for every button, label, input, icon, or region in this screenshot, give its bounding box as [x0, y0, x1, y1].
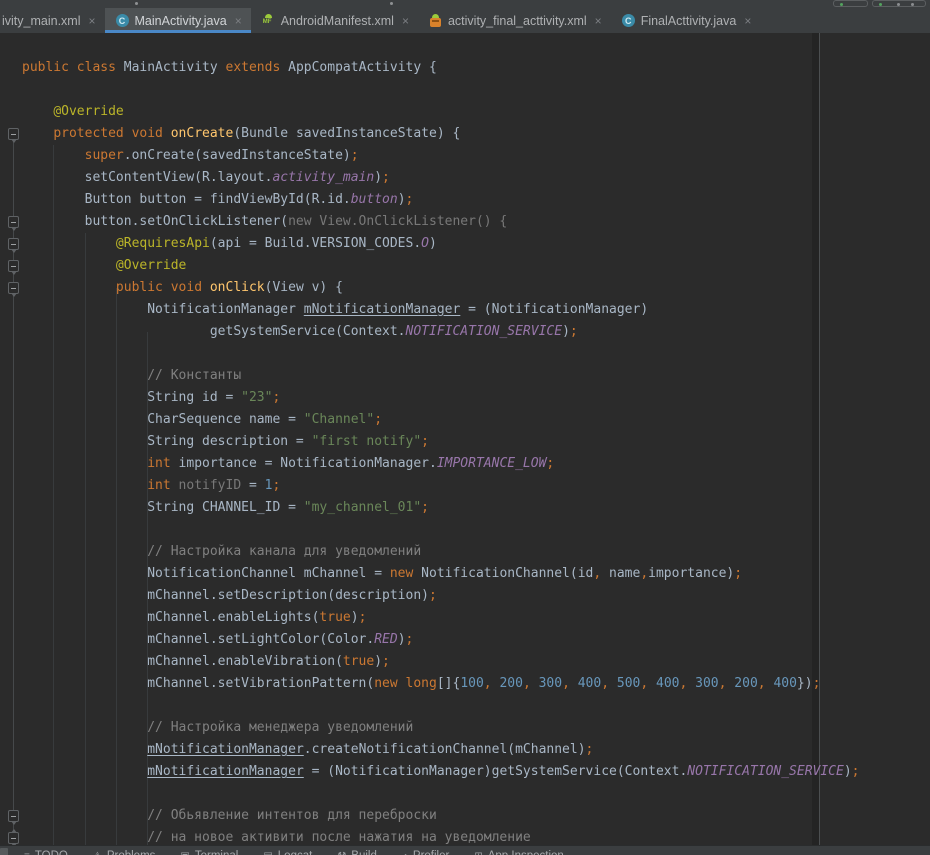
- tool-window-bar: ≡ TODO ⚠ Problems ▣ Terminal ▤ Logcat ⚒ Build ◔ Pro…: [0, 845, 930, 855]
- code-line: public class MainActivity extends AppCom…: [0, 57, 930, 79]
- code-line: [0, 519, 930, 541]
- tab-finalacttivity-java[interactable]: C FinalActtivity.java ×: [611, 8, 761, 33]
- tool-window-button-build[interactable]: ⚒ Build: [337, 850, 377, 855]
- editor-tab-bar: ivity_main.xml × C MainActivity.java × MF Andr…: [0, 8, 930, 33]
- tool-window-label: Logcat: [278, 850, 313, 855]
- java-class-icon: C: [116, 14, 129, 27]
- tab-label: MainActivity.java: [135, 14, 227, 28]
- tab-androidmanifest-xml[interactable]: MF AndroidManifest.xml ×: [251, 8, 418, 33]
- tool-window-button-problems[interactable]: ⚠ Problems: [93, 850, 156, 855]
- fold-marker-icon[interactable]: [8, 216, 19, 228]
- code-line: // Настройка менеджера уведомлений: [0, 717, 930, 739]
- profiler-icon: ◔: [402, 851, 408, 855]
- code-line: String id = "23";: [0, 387, 930, 409]
- code-line: mChannel.setVibrationPattern(new long[]{…: [0, 673, 930, 695]
- tool-window-button-profiler[interactable]: ◔ Profiler: [402, 850, 449, 855]
- fold-marker-icon[interactable]: [8, 810, 19, 822]
- code-line: NotificationChannel mChannel = new Notif…: [0, 563, 930, 585]
- code-editor[interactable]: public class MainActivity extends AppCom…: [0, 33, 930, 845]
- toolbar-widget-group[interactable]: [833, 0, 868, 7]
- fold-marker-icon[interactable]: [8, 260, 19, 272]
- code-line: protected void onCreate(Bundle savedInst…: [0, 123, 930, 145]
- toolbar-dot: [390, 2, 393, 5]
- code-line: @RequiresApi(api = Build.VERSION_CODES.O…: [0, 233, 930, 255]
- tab-label: FinalActtivity.java: [641, 14, 737, 28]
- tool-window-label: TODO: [35, 850, 68, 855]
- tool-window-label: Terminal: [195, 850, 238, 855]
- code-line: mNotificationManager = (NotificationMana…: [0, 761, 930, 783]
- toolbar-widget-group[interactable]: [872, 0, 926, 7]
- layout-file-icon: [429, 14, 442, 27]
- code-line: int importance = NotificationManager.IMP…: [0, 453, 930, 475]
- code-line: super.onCreate(savedInstanceState);: [0, 145, 930, 167]
- code-line: @Override: [0, 255, 930, 277]
- code-line: // на новое активити после нажатия на ув…: [0, 827, 930, 845]
- terminal-icon: ▣: [180, 851, 189, 855]
- tab-label: ivity_main.xml: [2, 14, 81, 28]
- problems-icon: ⚠: [93, 851, 102, 855]
- code-line: NotificationManager mNotificationManager…: [0, 299, 930, 321]
- code-line: mChannel.enableLights(true);: [0, 607, 930, 629]
- code-line: int notifyID = 1;: [0, 475, 930, 497]
- code-line: mChannel.setLightColor(Color.RED);: [0, 629, 930, 651]
- fold-marker-icon[interactable]: [8, 128, 19, 140]
- close-icon[interactable]: ×: [402, 15, 409, 27]
- build-icon: ⚒: [337, 851, 346, 855]
- code-line: // Обьявление интентов для переброски: [0, 805, 930, 827]
- code-line: [0, 783, 930, 805]
- android-manifest-icon: MF: [262, 14, 275, 27]
- code-line: [0, 695, 930, 717]
- code-line: // Константы: [0, 365, 930, 387]
- code-line: // Настройка канала для уведомлений: [0, 541, 930, 563]
- fold-marker-icon[interactable]: [8, 282, 19, 294]
- tab-label: activity_final_acttivity.xml: [448, 14, 587, 28]
- close-icon[interactable]: ×: [235, 15, 242, 27]
- tool-window-label: Build: [351, 850, 377, 855]
- run-status-dot-icon: [879, 3, 882, 6]
- toolbar-dot-icon: [897, 3, 900, 6]
- code-line: setContentView(R.layout.activity_main);: [0, 167, 930, 189]
- code-line: getSystemService(Context.NOTIFICATION_SE…: [0, 321, 930, 343]
- tool-window-button-terminal[interactable]: ▣ Terminal: [180, 850, 238, 855]
- tab-label: AndroidManifest.xml: [281, 14, 394, 28]
- tool-window-label: App Inspection: [488, 850, 564, 855]
- code-line: [0, 343, 930, 365]
- tab-ivity-main-xml[interactable]: ivity_main.xml ×: [0, 8, 105, 33]
- close-icon[interactable]: ×: [744, 15, 751, 27]
- tool-window-button-logcat[interactable]: ▤ Logcat: [263, 850, 312, 855]
- code-line: [0, 79, 930, 101]
- fold-marker-icon[interactable]: [8, 238, 19, 250]
- app-inspection-icon: ⊞: [474, 851, 482, 855]
- fold-marker-icon[interactable]: [8, 832, 19, 844]
- code-line: String description = "first notify";: [0, 431, 930, 453]
- logcat-icon: ▤: [263, 851, 272, 855]
- ide-window: ivity_main.xml × C MainActivity.java × MF Andr…: [0, 0, 930, 855]
- toolbar-dot: [135, 2, 138, 5]
- code-line: public void onClick(View v) {: [0, 277, 930, 299]
- code-line: button.setOnClickListener(new View.OnCli…: [0, 211, 930, 233]
- tool-window-button-todo[interactable]: ≡ TODO: [24, 850, 68, 855]
- tool-window-button-app-inspection[interactable]: ⊞ App Inspection: [474, 850, 563, 855]
- code-line: mChannel.setDescription(description);: [0, 585, 930, 607]
- todo-icon: ≡: [24, 851, 30, 855]
- tab-activity-final-acttivity-xml[interactable]: activity_final_acttivity.xml ×: [418, 8, 611, 33]
- code-lines: public class MainActivity extends AppCom…: [0, 57, 930, 845]
- code-line: mChannel.enableVibration(true);: [0, 651, 930, 673]
- tab-mainactivity-java[interactable]: C MainActivity.java ×: [105, 8, 251, 33]
- code-line: String CHANNEL_ID = "my_channel_01";: [0, 497, 930, 519]
- code-line: Button button = findViewById(R.id.button…: [0, 189, 930, 211]
- code-line: @Override: [0, 101, 930, 123]
- code-line: mNotificationManager.createNotificationC…: [0, 739, 930, 761]
- close-icon[interactable]: ×: [595, 15, 602, 27]
- run-status-dot-icon: [840, 3, 843, 6]
- close-icon[interactable]: ×: [89, 15, 96, 27]
- tool-window-label: Profiler: [413, 850, 449, 855]
- tool-window-label: Problems: [107, 850, 156, 855]
- toolbar-dot-icon: [911, 3, 914, 6]
- code-line: CharSequence name = "Channel";: [0, 409, 930, 431]
- java-class-icon: C: [622, 14, 635, 27]
